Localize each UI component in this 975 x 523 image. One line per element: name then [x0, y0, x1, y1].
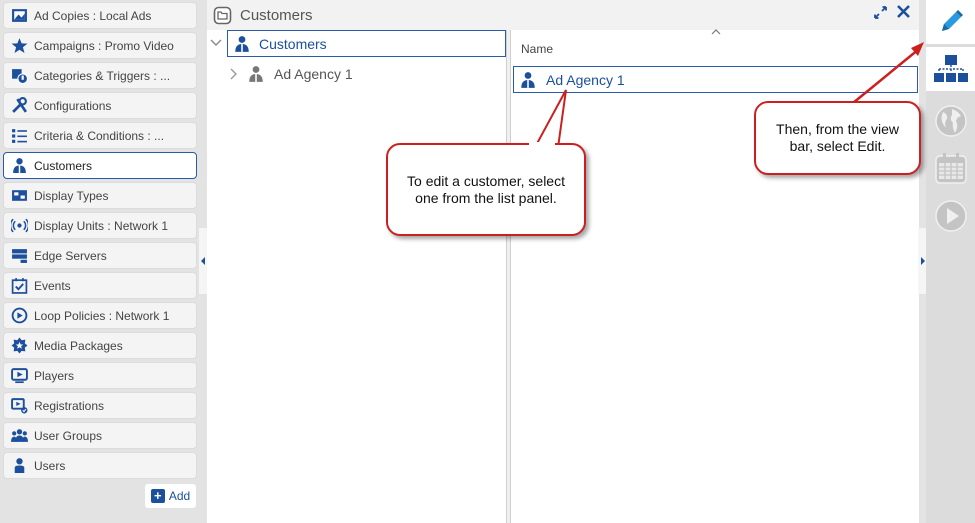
sidebar-item-label: Categories & Triggers : ... — [34, 68, 171, 83]
sidebar-item-display-units[interactable]: Display Units : Network 1 — [3, 212, 197, 239]
tag-icon — [4, 67, 34, 84]
plus-icon: + — [150, 489, 165, 503]
collapse-right-icon — [921, 257, 925, 265]
sidebar-item-label: Events — [34, 278, 71, 293]
server-icon — [4, 247, 34, 264]
package-icon — [4, 337, 34, 354]
sidebar-item-events[interactable]: Events — [3, 272, 197, 299]
sidebar-item-label: Media Packages — [34, 338, 123, 353]
sidebar-item-user-groups[interactable]: User Groups — [3, 422, 197, 449]
sidebar-item-label: Criteria & Conditions : ... — [34, 128, 165, 143]
main-panel: Customers Customers Ad Agency 1 Name Ad … — [207, 0, 919, 523]
panel-title-bar: Customers — [207, 0, 919, 30]
sidebar-item-users[interactable]: Users — [3, 452, 197, 479]
edit-view-button[interactable] — [926, 0, 975, 44]
globe-icon — [934, 104, 968, 138]
chevron-down-icon[interactable] — [210, 38, 222, 48]
page-title: Customers — [240, 6, 313, 24]
maximize-icon[interactable] — [874, 6, 887, 19]
sidebar-item-display-types[interactable]: Display Types — [3, 182, 197, 209]
user-group-icon — [4, 427, 34, 444]
list-item[interactable]: Ad Agency 1 — [513, 66, 918, 93]
calendar-view-button[interactable] — [926, 146, 975, 190]
sidebar-item-label: Edge Servers — [34, 248, 107, 263]
image-icon — [4, 7, 34, 24]
sidebar-item-loop-policies[interactable]: Loop Policies : Network 1 — [3, 302, 197, 329]
sidebar-item-label: Ad Copies : Local Ads — [34, 8, 152, 23]
sidebar-item-label: Users — [34, 458, 66, 473]
callout-text: Then, from the view bar, select Edit. — [776, 121, 899, 154]
preview-view-button[interactable] — [926, 194, 975, 238]
sidebar-item-ad-copies[interactable]: Ad Copies : Local Ads — [3, 2, 197, 29]
sidebar-item-media-packages[interactable]: Media Packages — [3, 332, 197, 359]
sidebar-item-label: Campaigns : Promo Video — [34, 38, 174, 53]
tree-panel: Customers Ad Agency 1 — [207, 30, 507, 523]
display-types-icon — [4, 187, 34, 204]
loop-icon — [4, 307, 34, 324]
tree-item-label: Ad Agency 1 — [274, 65, 353, 82]
broadcast-icon — [4, 217, 34, 234]
sidebar-item-players[interactable]: Players — [3, 362, 197, 389]
callout-seam — [529, 142, 555, 146]
sidebar: Ad Copies : Local Ads Campaigns : Promo … — [0, 0, 200, 523]
tree-item-ad-agency[interactable]: Ad Agency 1 — [229, 60, 353, 87]
sidebar-item-criteria[interactable]: Criteria & Conditions : ... — [3, 122, 197, 149]
customer-icon — [4, 157, 34, 174]
list-item-label: Ad Agency 1 — [546, 71, 625, 88]
sidebar-item-label: User Groups — [34, 428, 103, 443]
calendar-check-icon — [4, 277, 34, 294]
close-icon[interactable] — [896, 4, 911, 19]
sidebar-item-label: Players — [34, 368, 75, 383]
sidebar-item-label: Loop Policies : Network 1 — [34, 308, 170, 323]
sidebar-item-label: Configurations — [34, 98, 112, 113]
checklist-icon — [4, 127, 34, 144]
sidebar-item-edge-servers[interactable]: Edge Servers — [3, 242, 197, 269]
play-icon — [934, 199, 968, 233]
registration-icon — [4, 397, 34, 414]
customer-icon — [519, 71, 537, 89]
right-panel-collapse-handle[interactable] — [918, 228, 926, 294]
sidebar-item-label: Display Types — [34, 188, 109, 203]
column-header-name[interactable]: Name — [521, 42, 553, 56]
add-button[interactable]: + Add — [145, 484, 196, 508]
tools-icon — [4, 97, 34, 114]
sidebar-item-campaigns[interactable]: Campaigns : Promo Video — [3, 32, 197, 59]
sidebar-item-label: Customers — [34, 158, 93, 173]
hierarchy-icon — [932, 53, 970, 85]
view-bar — [926, 0, 975, 523]
tree-item-label: Customers — [259, 35, 327, 52]
sidebar-item-categories[interactable]: Categories & Triggers : ... — [3, 62, 197, 89]
callout-text: To edit a customer, select one from the … — [407, 172, 565, 206]
sidebar-item-label: Registrations — [34, 398, 105, 413]
calendar-icon — [934, 151, 968, 185]
pencil-icon — [936, 7, 966, 37]
customer-icon — [247, 65, 265, 83]
customer-icon — [233, 35, 251, 53]
map-view-button[interactable] — [926, 99, 975, 143]
folder-icon — [213, 6, 232, 25]
user-icon — [4, 457, 34, 474]
hierarchy-view-button[interactable] — [926, 47, 975, 91]
left-panel-collapse-handle[interactable] — [199, 228, 207, 294]
player-icon — [4, 367, 34, 384]
star-icon — [4, 37, 34, 54]
tree-item-customers[interactable]: Customers — [227, 30, 506, 57]
collapse-left-icon — [201, 257, 205, 265]
sidebar-item-customers[interactable]: Customers — [3, 152, 197, 179]
chevron-right-icon[interactable] — [229, 68, 237, 80]
sort-ascending-icon[interactable] — [711, 28, 721, 35]
add-button-label: Add — [168, 489, 191, 503]
callout-view-bar: Then, from the view bar, select Edit. — [754, 101, 921, 175]
sidebar-item-configurations[interactable]: Configurations — [3, 92, 197, 119]
sidebar-item-registrations[interactable]: Registrations — [3, 392, 197, 419]
sidebar-item-label: Display Units : Network 1 — [34, 218, 169, 233]
callout-list-panel: To edit a customer, select one from the … — [386, 143, 586, 236]
